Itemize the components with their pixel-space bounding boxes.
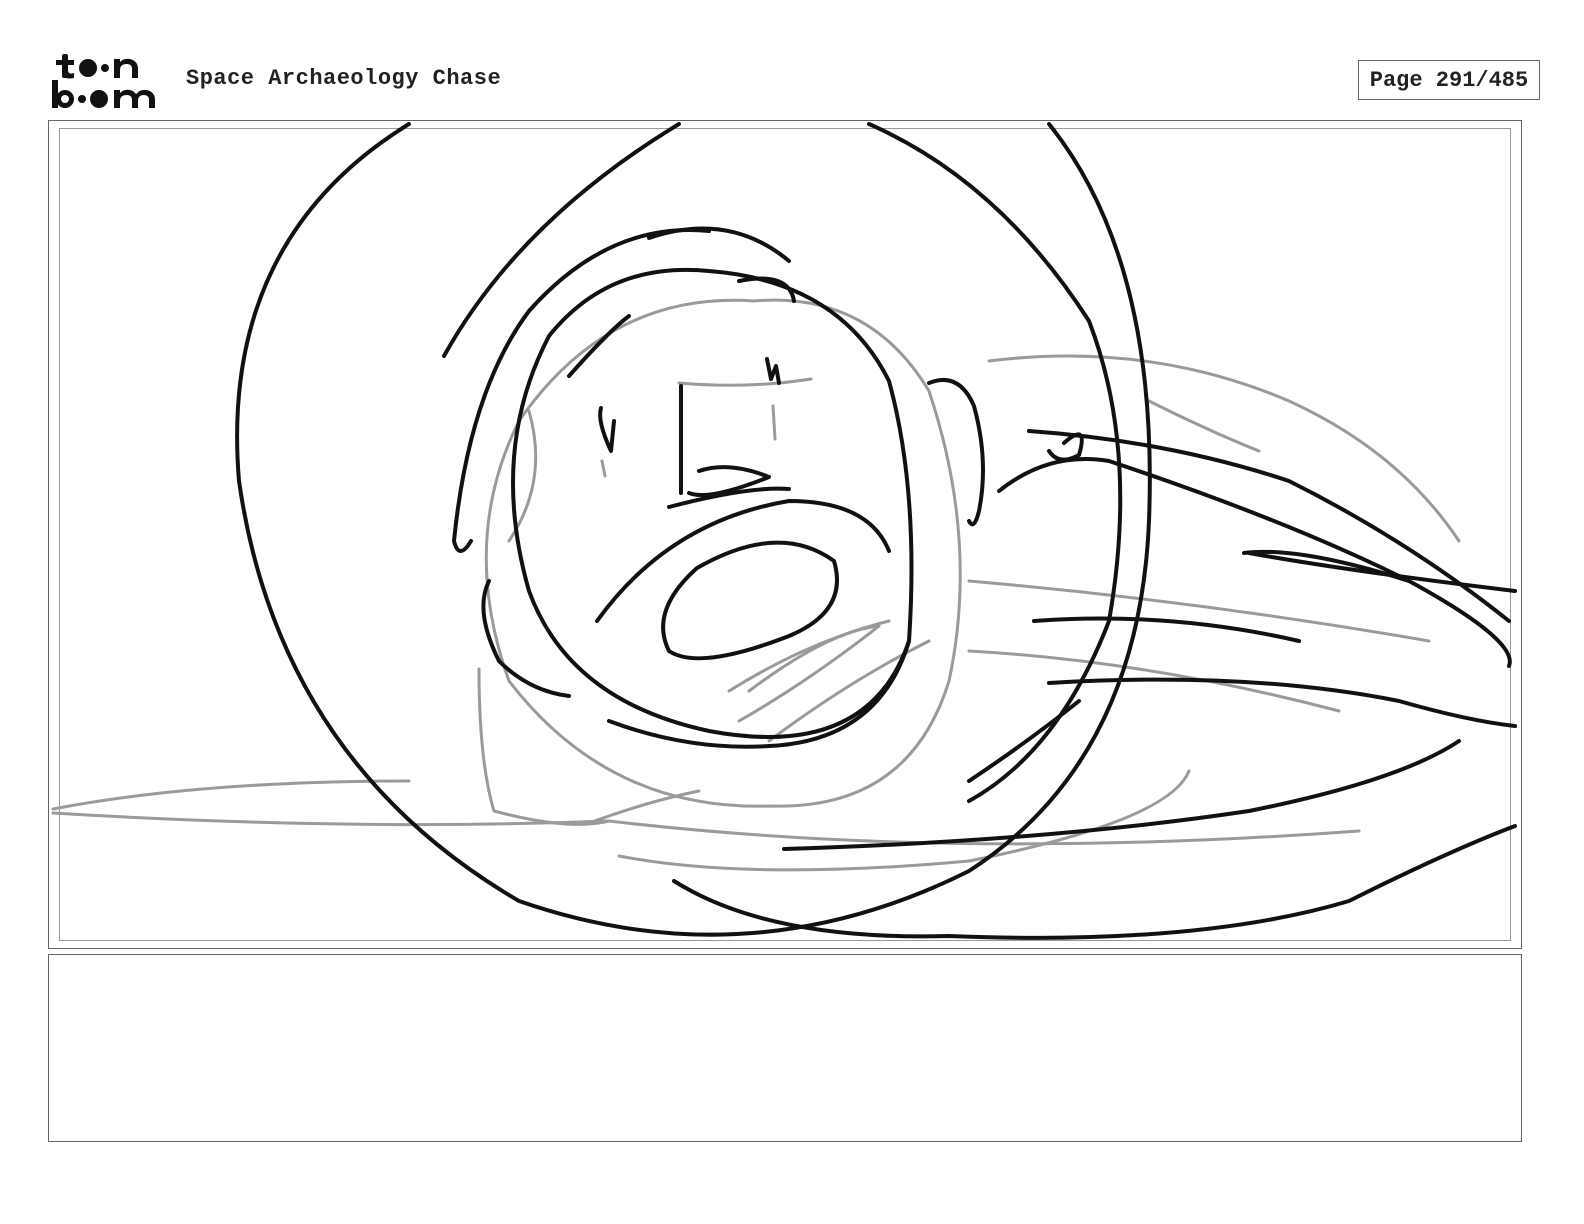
body-outline bbox=[1147, 399, 1261, 453]
eye-mark bbox=[771, 404, 777, 441]
mouth bbox=[661, 540, 839, 661]
body-outline bbox=[477, 667, 611, 826]
body-outline bbox=[617, 769, 1191, 872]
arm-guide bbox=[967, 579, 1431, 643]
panel-notes-box[interactable] bbox=[48, 954, 1522, 1142]
project-title: Space Archaeology Chase bbox=[186, 66, 502, 91]
storyboard-panel[interactable] bbox=[48, 120, 1522, 949]
page-counter: Page 291/485 bbox=[1358, 60, 1540, 100]
arm-guide bbox=[987, 354, 1461, 543]
outer-helmet bbox=[235, 122, 1152, 937]
jaw bbox=[595, 499, 891, 623]
visor-inner bbox=[647, 226, 791, 263]
body-outline bbox=[587, 789, 701, 825]
hair bbox=[567, 314, 631, 378]
chin bbox=[607, 639, 911, 749]
ground-line bbox=[51, 779, 411, 811]
face-guide bbox=[677, 377, 813, 387]
arm-line bbox=[997, 457, 1512, 668]
arm-line bbox=[1247, 551, 1517, 593]
glove-line bbox=[1032, 616, 1301, 643]
chin-guide bbox=[727, 619, 891, 693]
eyebrow bbox=[765, 357, 781, 385]
toon-boom-logo bbox=[52, 54, 155, 108]
astronaut-helmet-sketch bbox=[51, 122, 1517, 940]
ground-line bbox=[51, 811, 1361, 846]
eye-mark bbox=[600, 459, 607, 478]
arm-line bbox=[1047, 432, 1084, 462]
body-line bbox=[782, 739, 1461, 851]
shoulder-line bbox=[967, 699, 1081, 783]
eye bbox=[598, 406, 616, 453]
visor bbox=[511, 267, 914, 739]
